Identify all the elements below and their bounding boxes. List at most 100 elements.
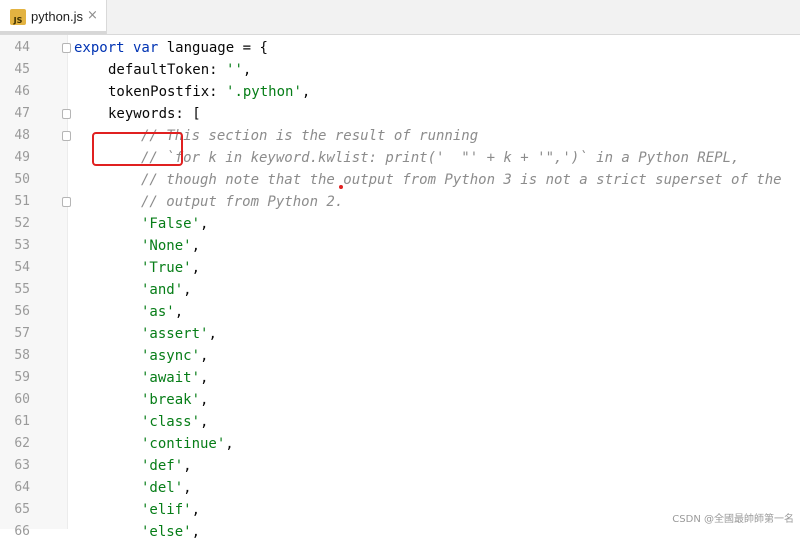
code-token: 'False': [141, 216, 201, 232]
code-token: 'elif': [141, 502, 192, 518]
code-text: 'continue',: [141, 433, 234, 455]
code-text: 'break',: [141, 389, 208, 411]
code-token: keywords: [: [108, 106, 201, 122]
line-number: 44: [14, 40, 30, 55]
code-text: 'False',: [141, 213, 208, 235]
line-number: 61: [14, 414, 30, 429]
code-token: ,: [191, 502, 201, 518]
code-line[interactable]: 44 export var language = {: [0, 37, 800, 59]
fold-marker-icon[interactable]: [62, 131, 71, 141]
code-token: 'await': [141, 370, 201, 386]
code-line[interactable]: 57 'assert',: [0, 323, 800, 345]
code-line[interactable]: 63 'def',: [0, 455, 800, 477]
line-number: 55: [14, 282, 30, 297]
code-text: 'await',: [141, 367, 208, 389]
line-number: 57: [14, 326, 30, 341]
code-text: 'and',: [141, 279, 192, 301]
fold-marker-icon[interactable]: [62, 109, 71, 119]
code-line[interactable]: 56 'as',: [0, 301, 800, 323]
line-number: 56: [14, 304, 30, 319]
code-text: defaultToken: '',: [108, 59, 251, 81]
code-token: // This section is the result of running: [141, 128, 479, 144]
code-token: language = {: [158, 40, 268, 56]
line-number: 50: [14, 172, 30, 187]
code-token: ,: [200, 348, 209, 364]
code-token: 'def': [141, 458, 184, 474]
code-token: ,: [208, 326, 217, 342]
code-line[interactable]: 53 'None',: [0, 235, 800, 257]
code-text: 'del',: [141, 477, 192, 499]
line-number: 58: [14, 348, 30, 363]
code-token: ,: [183, 480, 192, 496]
editor-tab-bar: JS python.js ×: [0, 0, 800, 35]
code-token: 'assert': [141, 326, 209, 342]
code-text: tokenPostfix: '.python',: [108, 81, 310, 103]
line-number: 63: [14, 458, 30, 473]
line-number: 65: [14, 502, 30, 517]
code-token: ,: [301, 84, 311, 100]
code-text: export var language = {: [74, 37, 268, 59]
code-token: ,: [200, 392, 209, 408]
code-token: ,: [225, 436, 234, 452]
code-text: 'True',: [141, 257, 200, 279]
close-icon[interactable]: ×: [87, 8, 98, 23]
code-line[interactable]: 62 'continue',: [0, 433, 800, 455]
code-text: 'None',: [141, 235, 200, 257]
fold-marker-icon[interactable]: [62, 43, 71, 53]
code-token: 'del': [141, 480, 184, 496]
code-text: 'class',: [141, 411, 208, 433]
code-text: // `for k in keyword.kwlist: print(' "' …: [141, 147, 739, 169]
code-line[interactable]: 50 // though note that the output from Py…: [0, 169, 800, 191]
code-token: // `for k in keyword.kwlist: print(' "' …: [141, 150, 740, 166]
code-token: 'else': [141, 524, 192, 540]
code-line[interactable]: 55 'and',: [0, 279, 800, 301]
line-number: 52: [14, 216, 30, 231]
line-number: 45: [14, 62, 30, 77]
code-line[interactable]: 45 defaultToken: '',: [0, 59, 800, 81]
code-text: 'as',: [141, 301, 183, 323]
line-number: 53: [14, 238, 30, 253]
code-line[interactable]: 60 'break',: [0, 389, 800, 411]
code-token: '.python': [226, 84, 302, 100]
line-number: 46: [14, 84, 30, 99]
line-number: 60: [14, 392, 30, 407]
code-line[interactable]: 58 'async',: [0, 345, 800, 367]
line-number: 59: [14, 370, 30, 385]
code-token: defaultToken:: [108, 62, 227, 78]
code-token: ,: [183, 282, 192, 298]
code-editor[interactable]: 44 export var language = { 45 defaultToken:…: [0, 35, 800, 540]
code-token: ,: [174, 304, 184, 320]
line-number: 64: [14, 480, 30, 495]
code-token: ,: [191, 238, 201, 254]
code-line[interactable]: 52 'False',: [0, 213, 800, 235]
code-line[interactable]: 64 'del',: [0, 477, 800, 499]
code-token: tokenPostfix:: [108, 84, 227, 100]
code-line[interactable]: 51 // output from Python 2.: [0, 191, 800, 213]
code-token: 'break': [141, 392, 201, 408]
code-token: 'True': [141, 260, 192, 276]
line-number: 66: [14, 524, 30, 539]
code-token: '': [226, 62, 243, 78]
tab-python-js[interactable]: JS python.js ×: [0, 0, 107, 34]
code-line[interactable]: 47 keywords: [: [0, 103, 800, 125]
code-token: ,: [200, 370, 209, 386]
line-number: 49: [14, 150, 30, 165]
code-text: 'else',: [141, 521, 200, 543]
javascript-file-icon: JS: [10, 9, 26, 25]
line-number: 54: [14, 260, 30, 275]
code-line[interactable]: 54 'True',: [0, 257, 800, 279]
code-line[interactable]: 59 'await',: [0, 367, 800, 389]
watermark: CSDN @全國最帥師第一名: [672, 514, 794, 525]
code-text: // This section is the result of running: [141, 125, 478, 147]
code-token: // output from Python 2.: [141, 194, 344, 210]
line-number: 62: [14, 436, 30, 451]
code-token: 'continue': [141, 436, 226, 452]
code-token: 'and': [141, 282, 184, 298]
keywords-highlight-box: [92, 132, 183, 166]
code-line[interactable]: 61 'class',: [0, 411, 800, 433]
code-text: 'elif',: [141, 499, 200, 521]
code-token: 'class': [141, 414, 201, 430]
code-token: 'as': [141, 304, 175, 320]
code-line[interactable]: 46 tokenPostfix: '.python',: [0, 81, 800, 103]
fold-marker-icon[interactable]: [62, 197, 71, 207]
